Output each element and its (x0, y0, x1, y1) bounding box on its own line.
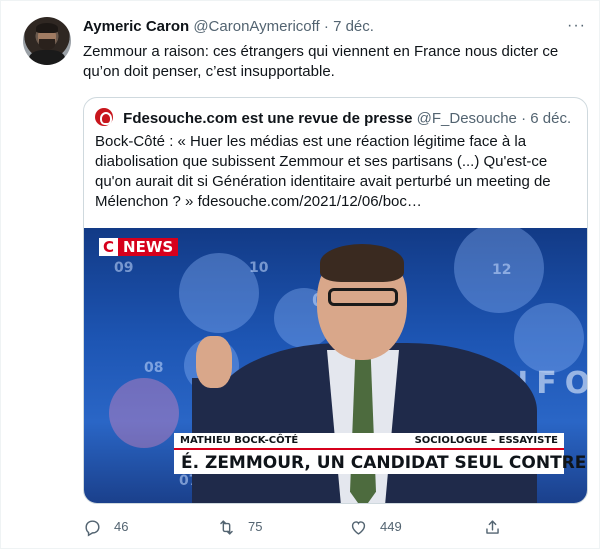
tweet-header: Aymeric Caron @CaronAymericoff · 7 déc. (83, 17, 374, 37)
quoted-separator-dot: · (521, 110, 527, 127)
like-count: 449 (380, 519, 402, 534)
quoted-tweet[interactable]: Fdesouche.com est une revue de presse @F… (83, 97, 588, 504)
chyron-nameplate: MATHIEU BOCK-CÔTÉ SOCIOLOGUE - ESSAYISTE (174, 433, 564, 448)
tweet[interactable]: Aymeric Caron @CaronAymericoff · 7 déc. … (0, 0, 600, 549)
separator-dot: · (323, 18, 329, 35)
tweet-actions-bar: 46 75 449 (83, 517, 583, 537)
chyron-headline: É. ZEMMOUR, UN CANDIDAT SEUL CONTRE TOUS… (174, 448, 587, 474)
background-number: 08 (144, 360, 164, 376)
quoted-tweet-text: Bock-Côté : « Huer les médias est une ré… (95, 133, 551, 210)
cnews-logo: C NEWS (99, 237, 179, 257)
retweet-count: 75 (248, 519, 263, 534)
quoted-author-name[interactable]: Fdesouche.com est une revue de presse (123, 110, 412, 127)
tweet-media-image[interactable]: 09 10 12 08 07 00 INFO CNEWS MATHIEU B (84, 228, 587, 503)
fdesouche-logo-icon[interactable] (95, 108, 113, 126)
reply-button[interactable]: 46 (83, 517, 128, 537)
author-handle[interactable]: @CaronAymericoff (193, 18, 319, 35)
tweet-text: Zemmour a raison: ces étrangers qui vien… (83, 43, 559, 80)
person-glasses (328, 288, 398, 306)
more-options-icon[interactable]: ··· (567, 17, 586, 35)
chyron-role: SOCIOLOGUE - ESSAYISTE (414, 435, 558, 446)
share-button[interactable] (483, 517, 502, 537)
cnews-logo-c: C (99, 238, 119, 256)
author-name[interactable]: Aymeric Caron (83, 18, 189, 35)
person-hair (320, 244, 404, 282)
chyron-name: MATHIEU BOCK-CÔTÉ (180, 435, 299, 446)
avatar-beard (39, 39, 55, 50)
avatar-hair (36, 23, 58, 33)
retweet-icon (220, 519, 233, 535)
quoted-tweet-header: Fdesouche.com est une revue de presse @F… (95, 108, 571, 129)
share-icon (486, 519, 499, 534)
quoted-author-handle[interactable]: @F_Desouche (417, 110, 517, 127)
background-number: 09 (114, 260, 134, 276)
quoted-tweet-date[interactable]: 6 déc. (530, 110, 571, 127)
heart-icon (351, 520, 366, 535)
tweet-date[interactable]: 7 déc. (333, 18, 374, 35)
bokeh-light (109, 378, 179, 448)
person-fist (196, 336, 232, 388)
like-button[interactable]: 449 (349, 517, 402, 537)
reply-icon (85, 519, 100, 537)
avatar-torso (29, 50, 65, 65)
cnews-logo-news: NEWS (118, 238, 179, 256)
reply-count: 46 (114, 519, 129, 534)
avatar[interactable] (23, 17, 71, 65)
retweet-button[interactable]: 75 (217, 517, 262, 537)
